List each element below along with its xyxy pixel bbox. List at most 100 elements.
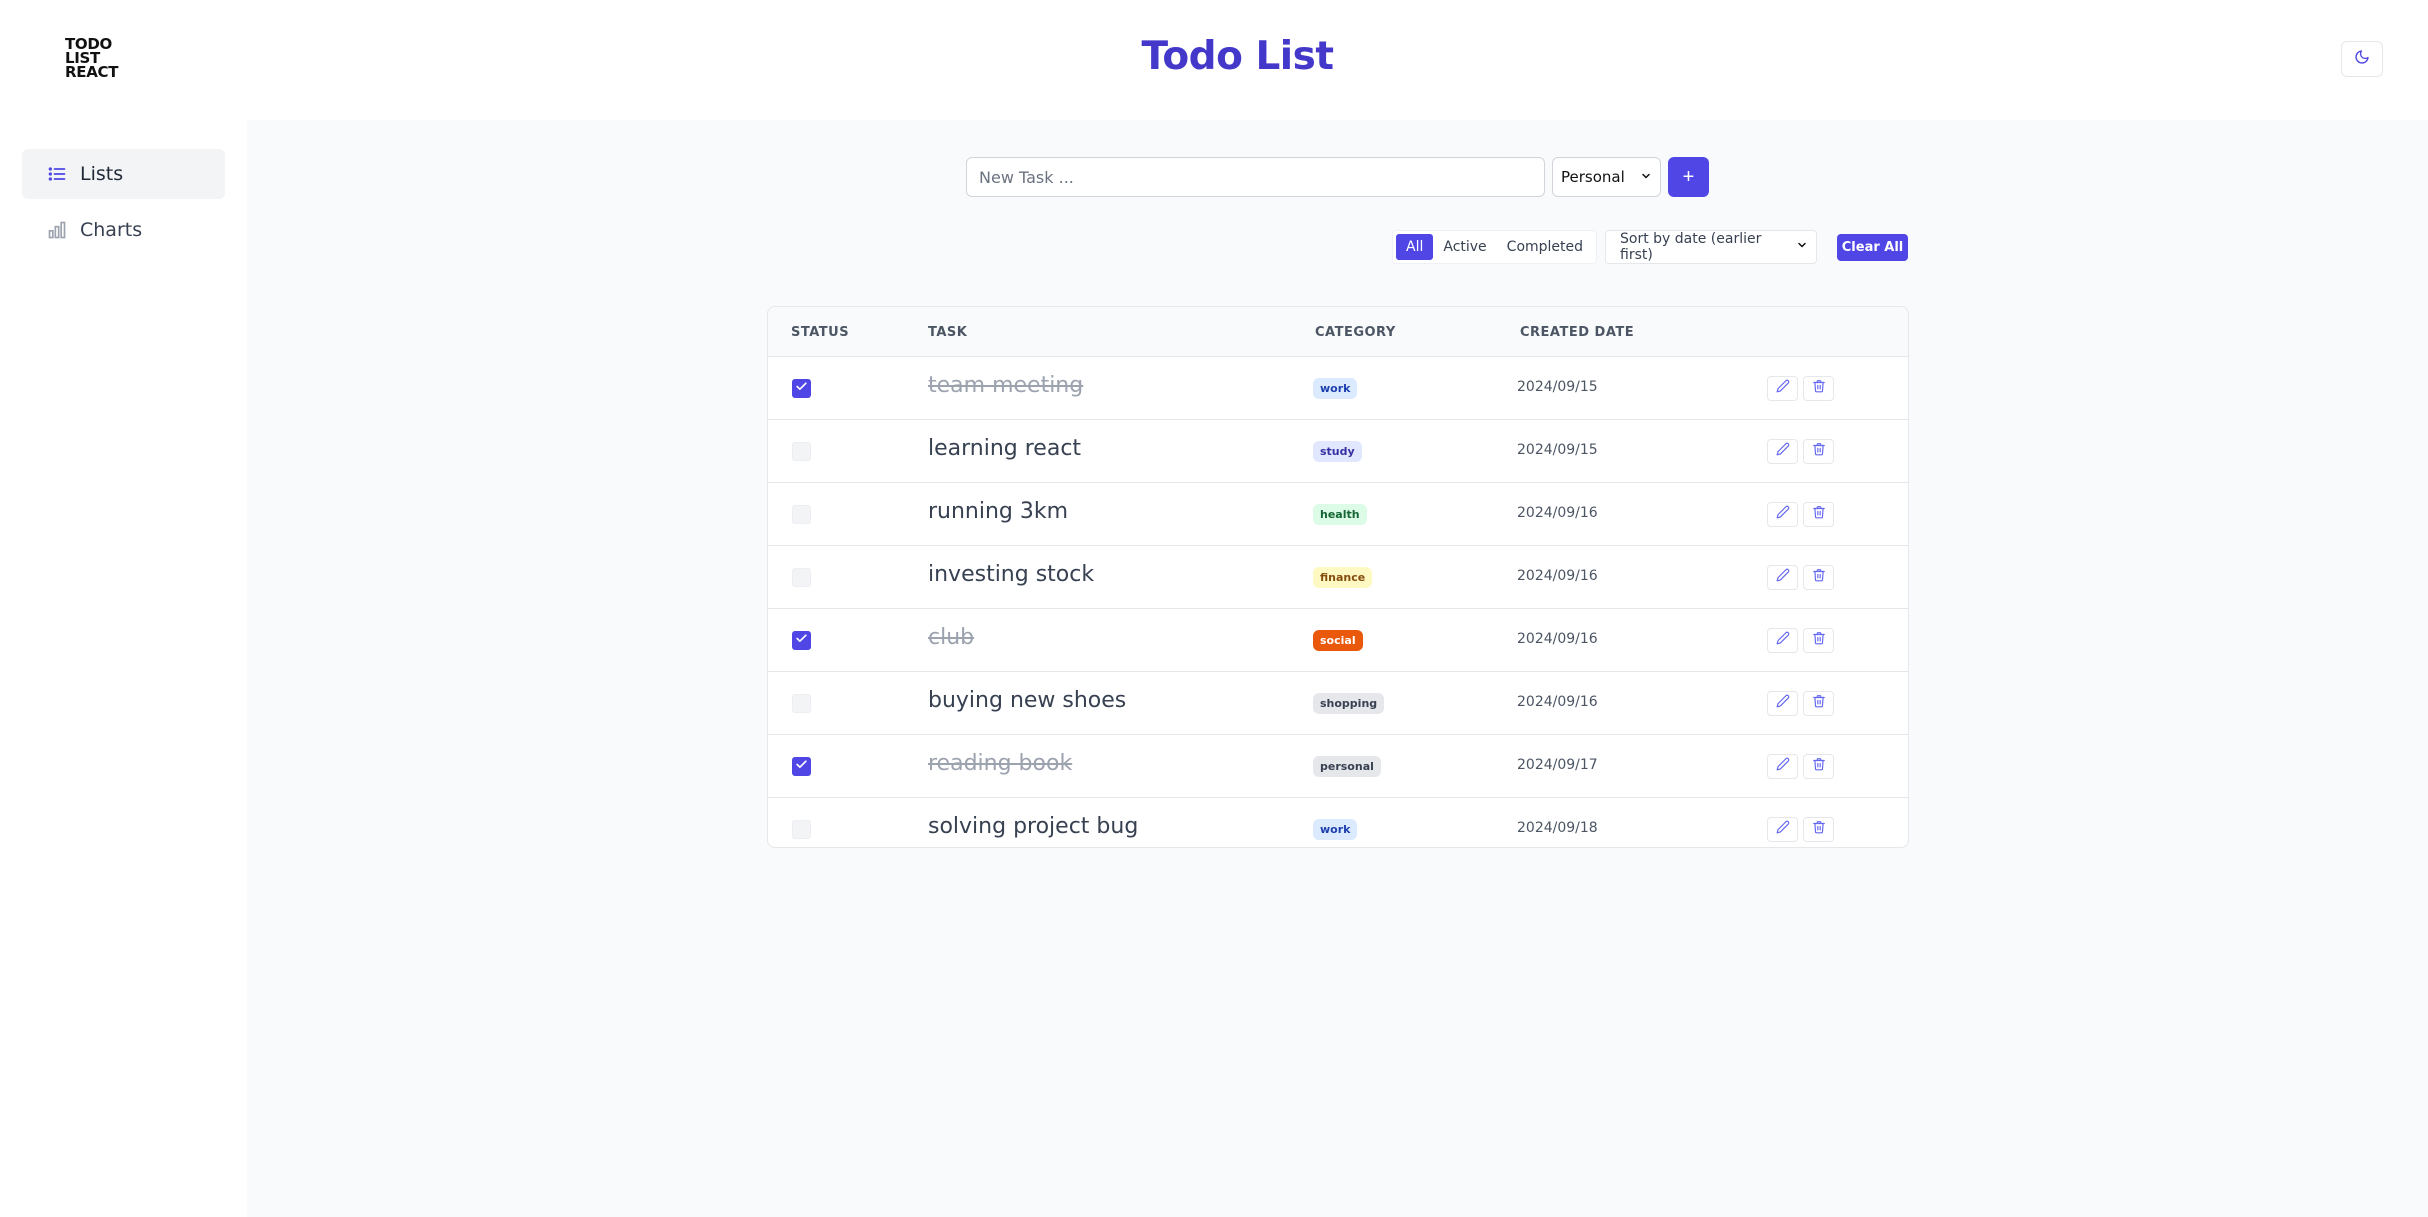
delete-button[interactable] [1803, 691, 1834, 716]
edit-button[interactable] [1767, 502, 1798, 527]
edit-button[interactable] [1767, 754, 1798, 779]
todo-table: STATUS TASK CATEGORY CREATED DATE team m… [767, 306, 1909, 848]
clear-all-button[interactable]: Clear All [1837, 234, 1908, 261]
pencil-icon [1776, 631, 1790, 650]
sidebar-item-label: Lists [80, 163, 124, 185]
created-date: 2024/09/16 [1517, 631, 1598, 647]
created-date: 2024/09/15 [1517, 379, 1598, 395]
pencil-icon [1776, 379, 1790, 398]
column-header-task: TASK [928, 325, 968, 340]
task-text: team meeting [928, 373, 1084, 398]
status-checkbox[interactable] [792, 442, 811, 461]
chevron-down-icon [1796, 239, 1808, 255]
task-text: learning react [928, 436, 1082, 461]
sort-select[interactable]: Sort by date (earlier first) [1605, 230, 1817, 264]
edit-button[interactable] [1767, 376, 1798, 401]
list-icon [46, 163, 68, 185]
status-checkbox[interactable] [792, 505, 811, 524]
pencil-icon [1776, 568, 1790, 587]
status-checkbox[interactable] [792, 694, 811, 713]
check-icon [795, 758, 808, 776]
created-date: 2024/09/16 [1517, 505, 1598, 521]
plus-icon: + [1682, 165, 1695, 188]
edit-button[interactable] [1767, 565, 1798, 590]
category-badge: study [1313, 441, 1362, 462]
delete-button[interactable] [1803, 502, 1834, 527]
category-badge: social [1313, 630, 1363, 651]
sidebar-item-label: Charts [80, 219, 143, 241]
edit-button[interactable] [1767, 817, 1798, 842]
chevron-down-icon [1640, 168, 1652, 186]
table-row: running 3km health 2024/09/16 [768, 483, 1908, 546]
moon-icon [2354, 49, 2370, 70]
bar-chart-icon [46, 219, 68, 241]
edit-button[interactable] [1767, 628, 1798, 653]
delete-button[interactable] [1803, 439, 1834, 464]
trash-icon [1812, 694, 1826, 713]
pencil-icon [1776, 757, 1790, 776]
created-date: 2024/09/18 [1517, 820, 1598, 836]
column-header-status: STATUS [791, 325, 850, 340]
task-text: solving project bug [928, 814, 1139, 839]
task-text: running 3km [928, 499, 1069, 524]
status-checkbox[interactable] [792, 757, 811, 776]
column-header-created-date: CREATED DATE [1520, 325, 1635, 340]
pencil-icon [1776, 694, 1790, 713]
trash-icon [1812, 505, 1826, 524]
delete-button[interactable] [1803, 376, 1834, 401]
table-row: solving project bug work 2024/09/18 [768, 798, 1908, 847]
filter-group: All Active Completed [1392, 230, 1598, 264]
status-checkbox[interactable] [792, 820, 811, 839]
table-row: club social 2024/09/16 [768, 609, 1908, 672]
table-row: team meeting work 2024/09/15 [768, 357, 1908, 420]
filter-completed[interactable]: Completed [1497, 234, 1593, 260]
sort-select-value: Sort by date (earlier first) [1620, 231, 1762, 263]
category-badge: work [1313, 378, 1358, 399]
status-checkbox[interactable] [792, 631, 811, 650]
trash-icon [1812, 442, 1826, 461]
sidebar-item-charts[interactable]: Charts [22, 205, 225, 255]
trash-icon [1812, 820, 1826, 839]
created-date: 2024/09/17 [1517, 757, 1598, 773]
table-row: reading book personal 2024/09/17 [768, 735, 1908, 798]
edit-button[interactable] [1767, 691, 1798, 716]
new-task-input[interactable] [966, 157, 1545, 197]
category-badge: health [1313, 504, 1367, 525]
pencil-icon [1776, 820, 1790, 839]
status-checkbox[interactable] [792, 379, 811, 398]
task-text: club [928, 625, 975, 650]
table-row: investing stock finance 2024/09/16 [768, 546, 1908, 609]
category-select-value: Personal [1561, 168, 1625, 186]
delete-button[interactable] [1803, 628, 1834, 653]
add-task-button[interactable]: + [1668, 157, 1709, 197]
task-text: reading book [928, 751, 1073, 776]
delete-button[interactable] [1803, 754, 1834, 779]
table-row: learning react study 2024/09/15 [768, 420, 1908, 483]
category-badge: finance [1313, 567, 1373, 588]
trash-icon [1812, 379, 1826, 398]
column-header-category: CATEGORY [1315, 325, 1396, 340]
task-text: investing stock [928, 562, 1095, 587]
edit-button[interactable] [1767, 439, 1798, 464]
delete-button[interactable] [1803, 817, 1834, 842]
created-date: 2024/09/16 [1517, 568, 1598, 584]
task-text: buying new shoes [928, 688, 1127, 713]
status-checkbox[interactable] [792, 568, 811, 587]
theme-toggle-button[interactable] [2341, 41, 2383, 77]
category-badge: shopping [1313, 693, 1385, 714]
filter-all[interactable]: All [1396, 234, 1434, 260]
table-body: team meeting work 2024/09/15 learning react… [768, 357, 1908, 847]
trash-icon [1812, 757, 1826, 776]
created-date: 2024/09/15 [1517, 442, 1598, 458]
sidebar: Lists Charts [0, 120, 247, 1217]
filter-active[interactable]: Active [1433, 234, 1496, 260]
category-badge: work [1313, 819, 1358, 840]
trash-icon [1812, 631, 1826, 650]
table-row: buying new shoes shopping 2024/09/16 [768, 672, 1908, 735]
check-icon [795, 632, 808, 650]
created-date: 2024/09/16 [1517, 694, 1598, 710]
category-select[interactable]: Personal [1552, 157, 1661, 197]
sidebar-item-lists[interactable]: Lists [22, 149, 225, 199]
category-badge: personal [1313, 756, 1381, 777]
delete-button[interactable] [1803, 565, 1834, 590]
